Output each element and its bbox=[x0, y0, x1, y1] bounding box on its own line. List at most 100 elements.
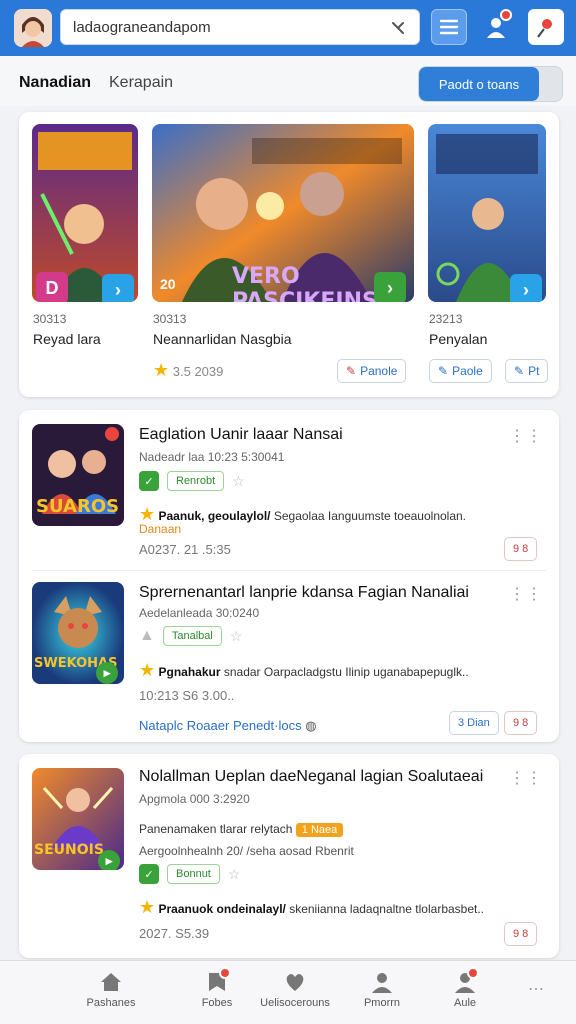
clear-icon[interactable] bbox=[389, 19, 407, 42]
detail-text: Panenamaken tlarar relytach bbox=[139, 822, 293, 836]
featured-tag-1: D bbox=[36, 272, 68, 302]
app-tag: Danaan bbox=[139, 522, 182, 536]
notification-dot bbox=[219, 967, 231, 979]
play-icon[interactable]: › bbox=[374, 272, 406, 302]
star-outline-icon[interactable]: ☆ bbox=[230, 628, 243, 645]
nav-home-label: Pashanes bbox=[86, 997, 136, 1009]
app-detail-2: Aergoolnhealnh 20/ /seha aosad Rbenrit bbox=[139, 844, 354, 858]
app-subtitle: Apgmola 000 3:2920 bbox=[139, 792, 250, 806]
verified-icon: ✓ bbox=[139, 471, 159, 491]
tag-icon: ▲ bbox=[139, 627, 155, 644]
badge-row: ✓ Renrobt ☆ bbox=[139, 471, 245, 491]
more-icon[interactable]: ⋯ bbox=[528, 979, 544, 999]
app-detail: Panenamaken tlarar relytach 1 Naea bbox=[139, 822, 344, 837]
toggle-label: Paodt o toans bbox=[419, 67, 539, 101]
category-badge[interactable]: Bonnut bbox=[167, 864, 220, 884]
featured-title-1[interactable]: Reyad lara bbox=[33, 331, 101, 347]
featured-button-3b-label: Pt bbox=[528, 364, 540, 378]
app-meta: 2027. S5.39 bbox=[139, 926, 210, 941]
profile-button[interactable] bbox=[478, 9, 514, 45]
featured-tag-2: 20 bbox=[160, 276, 176, 292]
menu-button[interactable] bbox=[431, 9, 467, 45]
view-toggle[interactable]: Paodt o toans bbox=[418, 66, 563, 102]
play-icon[interactable]: › bbox=[510, 274, 542, 302]
category-badge[interactable]: Tanalbal bbox=[162, 626, 222, 646]
action-button[interactable]: 9 8 bbox=[504, 711, 538, 735]
featured-art-3[interactable]: › bbox=[428, 124, 546, 302]
action-button[interactable]: 9 8 bbox=[504, 537, 538, 561]
app-meta: A0237. 21 .5:35 bbox=[139, 542, 231, 557]
home-icon bbox=[99, 971, 123, 993]
account-icon bbox=[453, 967, 479, 993]
search-input[interactable]: ladaograneandapom bbox=[60, 9, 420, 45]
desc-text: Segaolaa Ianguumste toeauolnolan. bbox=[273, 509, 467, 523]
top-bar: ladaograneandapom bbox=[0, 0, 576, 56]
gift-button[interactable] bbox=[528, 9, 564, 45]
play-icon[interactable]: ▸ bbox=[98, 850, 120, 870]
list-item[interactable]: SUAROS Eaglation Uanir laaar Nansai Nade… bbox=[19, 410, 559, 570]
featured-art-2[interactable]: VERO PASCIKEINS 20 › bbox=[152, 124, 414, 302]
star-icon: ★ bbox=[139, 660, 156, 680]
featured-button-3[interactable]: ✎ Paole bbox=[429, 359, 492, 383]
badge-row: ✓ Bonnut ☆ bbox=[139, 864, 240, 884]
notification-dot bbox=[500, 9, 512, 21]
app-subtitle: Aedelanleada 30:0240 bbox=[139, 606, 260, 620]
star-icon: ★ bbox=[153, 360, 170, 380]
category-badge[interactable]: Renrobt bbox=[167, 471, 225, 491]
list-item[interactable]: SWEKOHAS ▸ Sprernenantarl lanprie kdansa… bbox=[19, 570, 559, 742]
bottom-nav: Pashanes Fobes Uelisocerouns Pmorrn Aule… bbox=[0, 960, 576, 1024]
app-thumbnail[interactable]: SEUNOIS ▸ bbox=[32, 768, 124, 870]
app-title[interactable]: Nolallman Ueplan daeNeganal lagian Soalu… bbox=[139, 768, 483, 786]
featured-title-2[interactable]: Neannarlidan Nasgbia bbox=[153, 331, 292, 347]
info-icon: ◍ bbox=[305, 718, 317, 733]
action-button[interactable]: 9 8 bbox=[504, 922, 538, 946]
secondary-button[interactable]: 3 Dian bbox=[449, 711, 499, 735]
star-icon: ★ bbox=[139, 504, 156, 524]
app-thumb-text: SEUNOIS bbox=[34, 842, 104, 858]
app-thumbnail[interactable]: SWEKOHAS ▸ bbox=[32, 582, 124, 684]
star-outline-icon[interactable]: ☆ bbox=[232, 473, 245, 490]
app-links[interactable]: Nataplc Roaaer Penedt·locs ◍ bbox=[139, 718, 317, 734]
featured-art-1[interactable]: D › bbox=[32, 124, 138, 302]
desc-highlight: Praanuok ondeinalayl/ bbox=[158, 902, 286, 916]
app-links-text: Nataplc Roaaer Penedt·locs bbox=[139, 718, 302, 733]
app-title[interactable]: Eaglation Uanir laaar Nansai bbox=[139, 426, 343, 444]
featured-title-3[interactable]: Penyalan bbox=[429, 331, 487, 347]
badge-row: ▲ Tanalbal ☆ bbox=[139, 626, 242, 646]
star-outline-icon[interactable]: ☆ bbox=[228, 866, 241, 883]
verified-icon: ✓ bbox=[139, 864, 159, 884]
avatar[interactable] bbox=[14, 9, 52, 47]
app-meta: 10:213 S6 3.00.. bbox=[139, 688, 235, 703]
user-icon bbox=[370, 971, 394, 993]
app-thumbnail[interactable]: SUAROS bbox=[32, 424, 124, 526]
desc-text: snadar Oarpacladgstu Ilinip uganabapepug… bbox=[223, 665, 469, 679]
featured-code-3: 23213 bbox=[429, 312, 463, 326]
play-icon[interactable]: ▸ bbox=[96, 662, 118, 684]
featured-button-3-label: Paole bbox=[452, 364, 483, 378]
desc-text: skeniianna ladaqnaltne tlolarbasbet.. bbox=[289, 902, 485, 916]
app-description: ★ Praanuok ondeinalayl/ skeniianna ladaq… bbox=[139, 897, 484, 918]
gift-icon bbox=[537, 19, 552, 38]
more-icon[interactable]: ⋮⋮ bbox=[509, 768, 543, 788]
app-description: ★ Paanuk, geoulaylol/ Segaolaa Ianguumst… bbox=[139, 504, 466, 525]
app-list-card: SEUNOIS ▸ Nolallman Ueplan daeNeganal la… bbox=[19, 754, 559, 958]
heart-icon bbox=[283, 971, 307, 993]
desc-highlight: Pgnahakur bbox=[158, 665, 221, 679]
list-item[interactable]: SEUNOIS ▸ Nolallman Ueplan daeNeganal la… bbox=[19, 754, 559, 958]
featured-button-2[interactable]: ✎ Panole bbox=[337, 359, 407, 383]
more-icon[interactable]: ⋮⋮ bbox=[509, 426, 543, 446]
featured-code-2: 30313 bbox=[153, 312, 187, 326]
new-chip: 1 Naea bbox=[295, 823, 344, 837]
app-list-card: SUAROS Eaglation Uanir laaar Nansai Nade… bbox=[19, 410, 559, 742]
play-icon[interactable]: › bbox=[102, 274, 134, 302]
app-thumb-text: SUAROS bbox=[36, 496, 120, 517]
tab-kerapain[interactable]: Kerapain bbox=[109, 74, 173, 92]
more-icon[interactable]: ⋮⋮ bbox=[509, 584, 543, 604]
tab-nanadian[interactable]: Nanadian bbox=[19, 74, 91, 92]
featured-carousel: D › VERO PASCIKEINS 20 › › 30313 Reyad l… bbox=[19, 112, 559, 397]
nav-home[interactable]: Pashanes bbox=[56, 971, 166, 1009]
star-icon: ★ bbox=[139, 897, 156, 917]
featured-button-3b[interactable]: ✎ Pt bbox=[505, 359, 549, 383]
app-title[interactable]: Sprernenantarl lanprie kdansa Fagian Nan… bbox=[139, 584, 469, 602]
nav-aule[interactable]: Aule bbox=[410, 967, 520, 1009]
